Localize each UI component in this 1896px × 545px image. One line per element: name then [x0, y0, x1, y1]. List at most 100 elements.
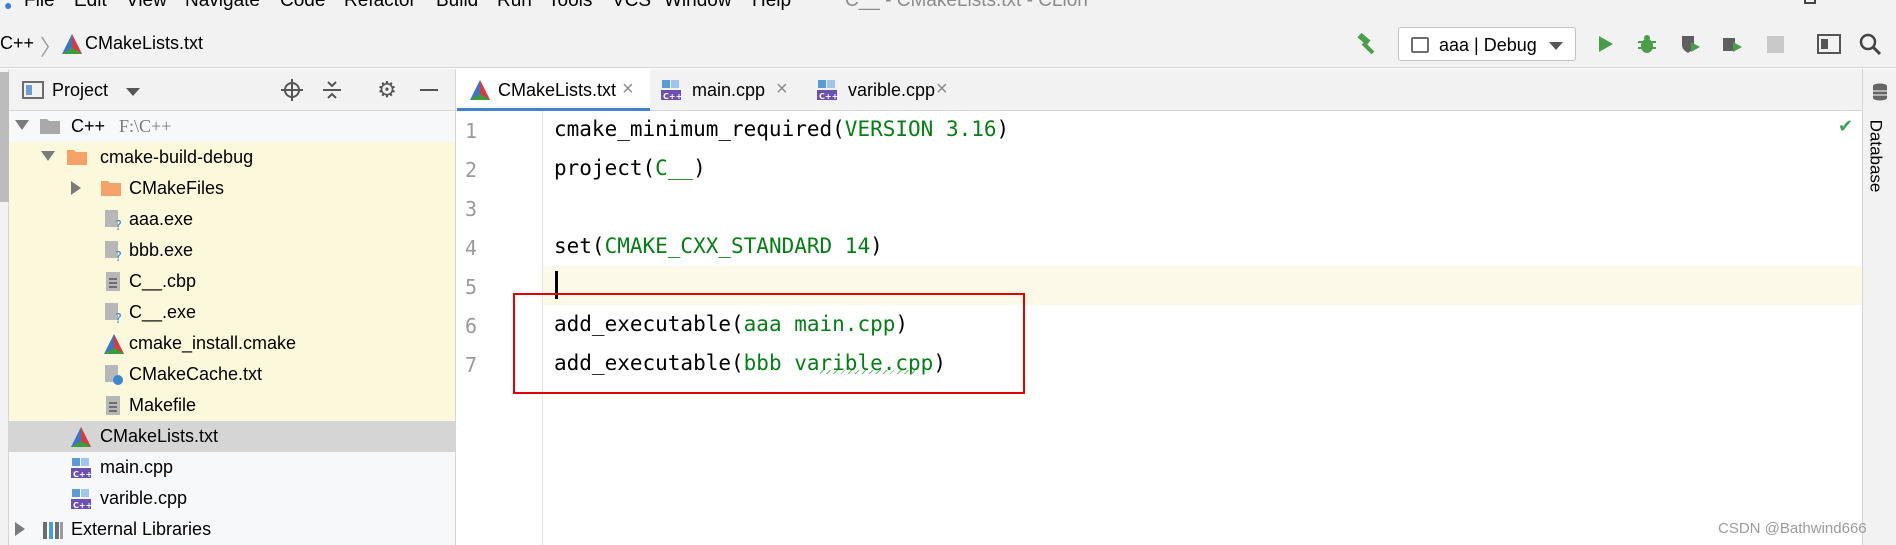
- tree-item-label: CMakeCache.txt: [129, 364, 263, 384]
- tree-item-makefile[interactable]: Makefile: [9, 390, 455, 421]
- tree-item-project-root[interactable]: C++ F:\C++: [9, 111, 455, 142]
- cmake-icon: [61, 33, 83, 60]
- database-tool-button[interactable]: Database: [1862, 108, 1896, 208]
- tree-item-label: varible.cpp: [100, 488, 188, 508]
- search-icon[interactable]: [1856, 30, 1884, 58]
- chevron-right-icon[interactable]: [15, 522, 25, 536]
- tree-item-label: cmake-build-debug: [100, 147, 254, 167]
- svg-text:C++: C++: [73, 501, 92, 510]
- tree-item-cmake-build-debug[interactable]: cmake-build-debug: [9, 142, 455, 173]
- menu-help[interactable]: Help: [752, 0, 791, 12]
- chevron-down-icon: [1549, 42, 1563, 50]
- tree-item-label: CMakeFiles: [129, 178, 225, 198]
- tree-item-cmakefiles[interactable]: CMakeFiles: [9, 173, 455, 204]
- code-line: project(C__): [554, 156, 706, 180]
- config-icon: [1411, 37, 1429, 53]
- cpp-file-icon: C++: [816, 79, 838, 101]
- code-line: cmake_minimum_required(VERSION 3.16): [554, 117, 1010, 141]
- run-configuration-select[interactable]: aaa | Debug: [1398, 27, 1576, 61]
- profile-icon[interactable]: [1718, 30, 1746, 58]
- tree-item-label: C__.cbp: [129, 271, 197, 291]
- tree-item-cmakecache[interactable]: CMakeCache.txt: [9, 359, 455, 390]
- build-hammer-icon[interactable]: [1353, 30, 1381, 58]
- cpp-file-icon: C++: [70, 457, 92, 479]
- tree-item-cmake-install[interactable]: cmake_install.cmake: [9, 328, 455, 359]
- close-icon[interactable]: ×: [776, 78, 788, 101]
- cpp-file-icon: C++: [70, 488, 92, 510]
- project-tool-window-button[interactable]: [0, 72, 9, 202]
- chevron-down-icon[interactable]: [126, 88, 140, 96]
- orange-folder-icon: [100, 178, 122, 200]
- menu-build[interactable]: Build: [436, 0, 478, 12]
- restore-window-icon[interactable]: [1804, 0, 1816, 4]
- tree-item-c-exe[interactable]: ? C__.exe: [9, 297, 455, 328]
- tree-item-aaa-exe[interactable]: ? aaa.exe: [9, 204, 455, 235]
- run-configuration-label: aaa | Debug: [1439, 35, 1537, 55]
- menu-refactor[interactable]: Refactor: [344, 0, 416, 12]
- tree-item-label: C__.exe: [129, 302, 197, 322]
- breadcrumb-project[interactable]: C++: [0, 33, 34, 54]
- menu-code[interactable]: Code: [280, 0, 325, 12]
- menu-bar: ● File Edit View Navigate Code Refactor …: [0, 0, 1896, 20]
- menu-edit[interactable]: Edit: [74, 0, 107, 12]
- highlight-annotation-box: [513, 293, 1025, 394]
- executable-icon: ?: [103, 302, 125, 327]
- run-icon[interactable]: [1591, 30, 1619, 58]
- close-icon[interactable]: ×: [622, 78, 634, 101]
- text-file-icon: [103, 395, 125, 417]
- menu-file[interactable]: File: [24, 0, 55, 12]
- tree-item-label: External Libraries: [71, 519, 212, 539]
- window-title: C__ - CMakeLists.txt - CLion: [845, 0, 1088, 11]
- tree-item-label: cmake_install.cmake: [129, 333, 297, 353]
- database-icon: [1872, 83, 1888, 106]
- menu-tools[interactable]: Tools: [548, 0, 592, 12]
- menu-vcs[interactable]: VCS: [612, 0, 651, 12]
- chevron-down-icon[interactable]: [15, 120, 29, 130]
- svg-text:C++: C++: [663, 92, 682, 101]
- debug-icon[interactable]: [1633, 30, 1661, 58]
- locate-icon[interactable]: [279, 77, 305, 103]
- tree-item-varible-cpp[interactable]: C++ varible.cpp: [9, 483, 455, 514]
- menu-view[interactable]: View: [126, 0, 167, 12]
- project-structure-icon[interactable]: [1815, 30, 1843, 58]
- no-problems-check-icon[interactable]: ✔: [1838, 116, 1853, 137]
- cmake-cache-icon: [103, 364, 125, 386]
- chevron-down-icon[interactable]: [41, 151, 55, 161]
- project-panel-header: Project ⚙: [9, 69, 455, 111]
- tab-cmakelists[interactable]: CMakeLists.txt ×: [457, 69, 650, 111]
- cpp-file-icon: C++: [660, 79, 682, 101]
- breadcrumb-file[interactable]: CMakeLists.txt: [85, 33, 203, 54]
- tree-item-bbb-exe[interactable]: ? bbb.exe: [9, 235, 455, 266]
- tree-item-label: C++: [71, 116, 106, 136]
- tab-label: CMakeLists.txt: [498, 80, 617, 100]
- cmake-icon: [70, 426, 92, 448]
- coverage-icon[interactable]: [1676, 30, 1704, 58]
- svg-text:?: ?: [115, 312, 122, 324]
- tab-varible-cpp[interactable]: C++ varible.cpp ×: [806, 69, 961, 111]
- app-logo-icon: ●: [4, 0, 13, 13]
- left-tool-strip: [0, 69, 9, 545]
- tab-main-cpp[interactable]: C++ main.cpp ×: [650, 69, 806, 111]
- executable-icon: ?: [103, 240, 125, 265]
- tab-label: main.cpp: [692, 80, 766, 100]
- hide-panel-icon[interactable]: [416, 77, 442, 103]
- library-icon: [42, 519, 64, 541]
- menu-run[interactable]: Run: [497, 0, 532, 12]
- menu-window[interactable]: Window: [664, 0, 732, 12]
- close-icon[interactable]: ×: [936, 78, 948, 101]
- chevron-right-icon[interactable]: [71, 181, 81, 195]
- project-panel: Project ⚙ C++ F:\C++ cmake-build-debug C…: [9, 69, 456, 545]
- menu-navigate[interactable]: Navigate: [185, 0, 260, 12]
- svg-text:C++: C++: [819, 92, 838, 101]
- tree-item-external-libraries[interactable]: External Libraries: [9, 514, 455, 545]
- tree-item-label: main.cpp: [100, 457, 174, 477]
- stop-icon[interactable]: [1761, 30, 1789, 58]
- gear-icon[interactable]: ⚙: [374, 77, 400, 103]
- tree-item-main-cpp[interactable]: C++ main.cpp: [9, 452, 455, 483]
- collapse-all-icon[interactable]: [319, 77, 345, 103]
- breadcrumb-separator-icon: 〉: [40, 35, 63, 60]
- tree-item-cmakelists[interactable]: CMakeLists.txt: [9, 421, 455, 452]
- svg-text:?: ?: [115, 250, 122, 262]
- tree-item-c-cbp[interactable]: C__.cbp: [9, 266, 455, 297]
- navigation-bar: C++ 〉 CMakeLists.txt aaa | Debug: [0, 20, 1896, 68]
